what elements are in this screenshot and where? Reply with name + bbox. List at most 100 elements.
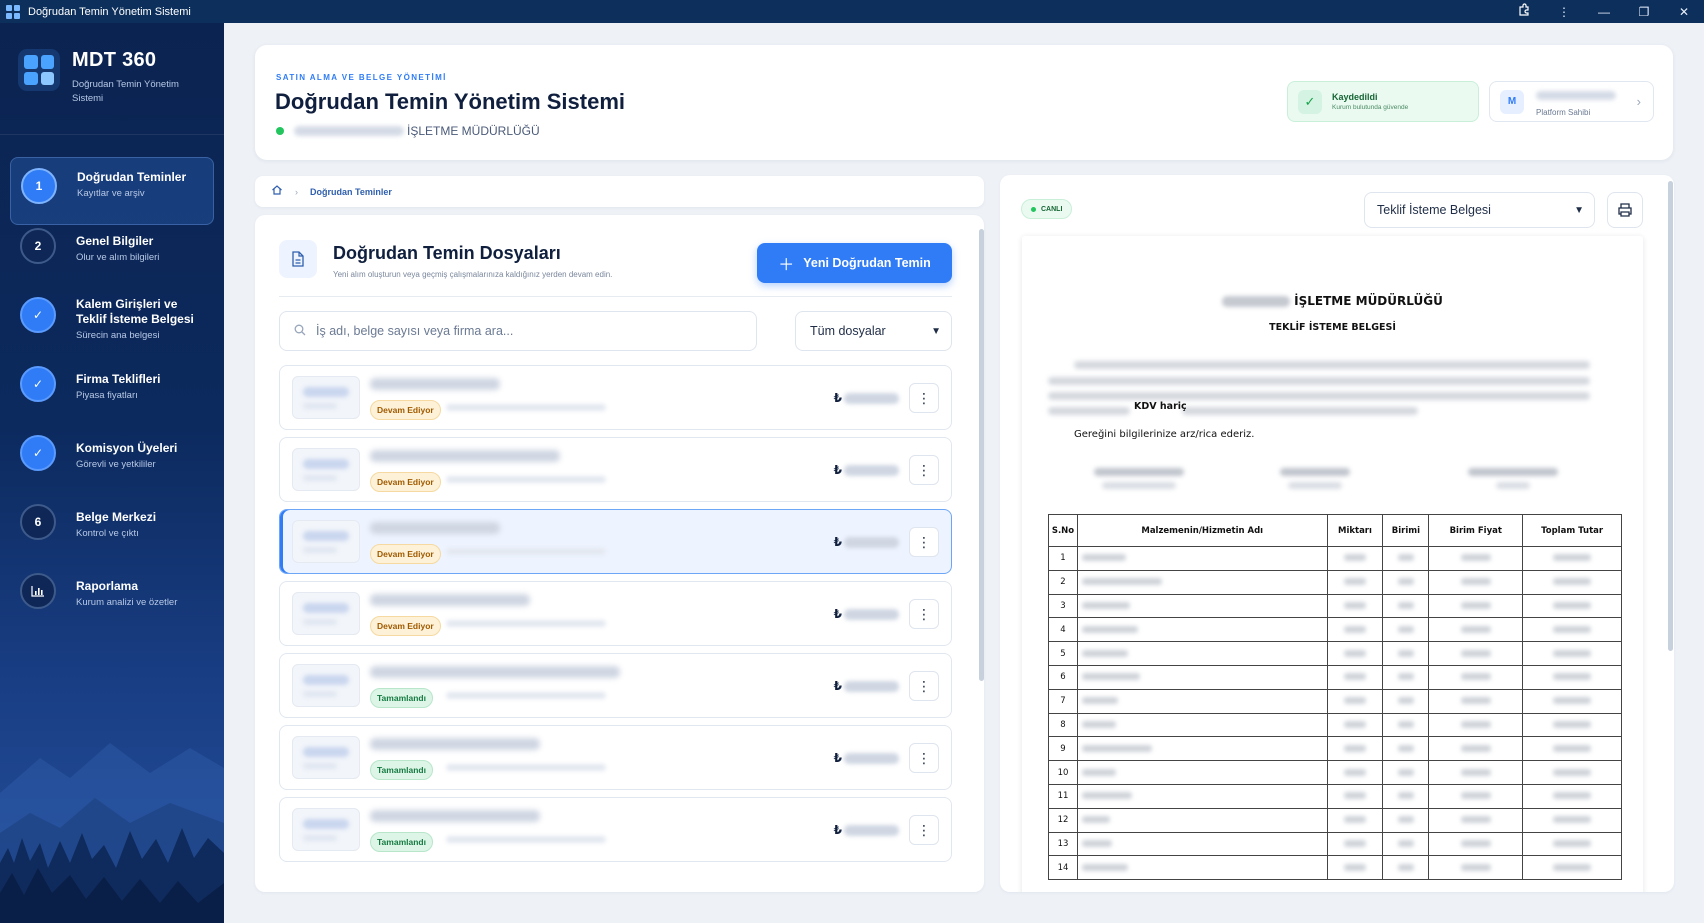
more-vertical-icon: ⋮ xyxy=(917,533,931,550)
file-row[interactable]: Tamamlandı ₺ ⋮ xyxy=(279,797,952,862)
currency-symbol: ₺ xyxy=(833,535,842,549)
items-table-body: 1 2 3 4 5 6 7 8 9 10 11 12 13 14 xyxy=(1048,546,1622,881)
file-row[interactable]: Devam Ediyor ₺ ⋮ xyxy=(279,437,952,502)
brand: MDT 360 Doğrudan Temin Yönetim Sistemi xyxy=(0,23,224,135)
redacted-quantity xyxy=(1326,831,1384,857)
print-button[interactable] xyxy=(1607,192,1643,228)
table-row: 13 xyxy=(1048,831,1622,857)
redacted-unit xyxy=(1382,807,1430,833)
breadcrumb: › Doğrudan Teminler xyxy=(255,176,984,207)
step-dogrudan-teminler[interactable]: 1 Doğrudan Teminler Kayıtlar ve arşiv xyxy=(10,157,214,225)
step-genel-bilgiler[interactable]: 2 Genel Bilgiler Olur ve alım bilgileri xyxy=(0,228,224,297)
step-title: Komisyon Üyeleri xyxy=(76,441,178,455)
row-number: 8 xyxy=(1048,712,1078,738)
row-more-button[interactable]: ⋮ xyxy=(909,455,939,485)
step-subtitle: Sürecin ana belgesi xyxy=(76,330,160,341)
signature-block xyxy=(1094,468,1184,489)
step-belge-merkezi[interactable]: 6 Belge Merkezi Kontrol ve çıktı xyxy=(0,504,224,573)
file-row[interactable]: Devam Ediyor ₺ ⋮ xyxy=(279,509,952,574)
row-more-button[interactable]: ⋮ xyxy=(909,527,939,557)
more-vertical-icon: ⋮ xyxy=(917,677,931,694)
file-row[interactable]: Devam Ediyor ₺ ⋮ xyxy=(279,581,952,646)
redacted-file-meta xyxy=(446,476,606,483)
redacted-total xyxy=(1522,712,1622,738)
items-table: S.No Malzemenin/Hizmetin Adı Miktarı Bir… xyxy=(1048,514,1622,881)
step-kalem-girisleri[interactable]: ✓ Kalem Girişleri ve Teklif İsteme Belge… xyxy=(0,297,224,366)
file-filter-select[interactable]: Tüm dosyalar ▼ xyxy=(795,311,952,351)
redacted-paragraph-line xyxy=(1048,407,1130,415)
step-title: Genel Bilgiler xyxy=(76,234,154,248)
column-header: Toplam Tutar xyxy=(1522,514,1622,547)
user-menu[interactable]: M Platform Sahibi › xyxy=(1489,81,1654,122)
table-row: 5 xyxy=(1048,641,1622,666)
home-icon[interactable] xyxy=(271,184,283,199)
file-row[interactable]: Tamamlandı ₺ ⋮ xyxy=(279,725,952,790)
divider xyxy=(279,296,952,297)
more-options-icon[interactable]: ⋮ xyxy=(1544,5,1584,19)
redacted-amount xyxy=(844,824,899,836)
step-firma-teklifleri[interactable]: ✓ Firma Teklifleri Piyasa fiyatları xyxy=(0,366,224,435)
redacted-unit-price xyxy=(1428,664,1524,690)
row-number: 11 xyxy=(1048,783,1078,809)
kdv-note: KDV hariç xyxy=(1134,401,1187,412)
step-komisyon-uyeleri[interactable]: ✓ Komisyon Üyeleri Görevli ve yetkililer xyxy=(0,435,224,504)
redacted-unit-price xyxy=(1428,736,1524,762)
redacted-item-name xyxy=(1076,641,1328,666)
redacted-file-name xyxy=(370,594,530,606)
row-more-button[interactable]: ⋮ xyxy=(909,743,939,773)
column-header: Miktarı xyxy=(1326,514,1384,547)
file-row[interactable]: Devam Ediyor ₺ ⋮ xyxy=(279,365,952,430)
step-subtitle: Görevli ve yetkililer xyxy=(76,459,156,470)
row-more-button[interactable]: ⋮ xyxy=(909,599,939,629)
scrollbar[interactable] xyxy=(979,229,984,681)
breadcrumb-current: Doğrudan Teminler xyxy=(310,186,392,197)
online-status-dot xyxy=(276,127,284,135)
save-status: ✓ Kaydedildi Kurum bulutunda güvende xyxy=(1287,81,1479,122)
redacted-file-name xyxy=(370,666,620,678)
extensions-icon[interactable] xyxy=(1504,3,1544,20)
save-status-subtitle: Kurum bulutunda güvende xyxy=(1332,104,1409,111)
signature-block xyxy=(1468,468,1558,489)
printer-icon xyxy=(1618,203,1632,217)
mountain-background-image xyxy=(0,743,224,923)
maximize-button[interactable]: ❐ xyxy=(1624,5,1664,19)
files-panel: Doğrudan Temin Dosyaları Yeni alım oluşt… xyxy=(255,215,984,892)
row-more-button[interactable]: ⋮ xyxy=(909,815,939,845)
document-icon xyxy=(279,240,317,278)
search-input[interactable]: İş adı, belge sayısı veya firma ara... xyxy=(279,311,757,351)
more-vertical-icon: ⋮ xyxy=(917,605,931,622)
redacted-total xyxy=(1522,783,1622,809)
redacted-item-name xyxy=(1076,569,1328,595)
redacted-quantity xyxy=(1326,593,1384,619)
redacted-file-name xyxy=(370,522,500,534)
live-badge: CANLI xyxy=(1021,199,1073,219)
redacted-paragraph-line xyxy=(1182,407,1418,415)
column-header: Malzemenin/Hizmetin Adı xyxy=(1076,514,1328,547)
file-amount: ₺ xyxy=(834,391,899,405)
redacted-quantity xyxy=(1326,807,1384,833)
file-row[interactable]: Tamamlandı ₺ ⋮ xyxy=(279,653,952,718)
currency-symbol: ₺ xyxy=(833,679,842,693)
scrollbar[interactable] xyxy=(1668,181,1673,651)
new-direct-procurement-button[interactable]: ＋ Yeni Doğrudan Temin xyxy=(757,243,952,283)
redacted-item-name xyxy=(1076,855,1328,881)
paper-document-title: TEKLİF İSTEME BELGESİ xyxy=(1269,322,1396,333)
step-title: Belge Merkezi xyxy=(76,510,157,524)
redacted-item-name xyxy=(1076,664,1328,690)
redacted-item-name xyxy=(1076,593,1328,619)
row-more-button[interactable]: ⋮ xyxy=(909,671,939,701)
step-subtitle: Piyasa fiyatları xyxy=(76,390,138,401)
file-thumbnail xyxy=(292,808,360,851)
close-button[interactable]: ✕ xyxy=(1664,5,1704,19)
column-header: Birimi xyxy=(1382,514,1430,547)
minimize-button[interactable]: — xyxy=(1584,5,1624,19)
file-amount: ₺ xyxy=(834,607,899,621)
document-type-select[interactable]: Teklif İsteme Belgesi ▼ xyxy=(1364,192,1595,228)
redacted-file-name xyxy=(370,378,500,390)
table-row: 11 xyxy=(1048,783,1622,809)
status-badge: Tamamlandı xyxy=(370,688,433,708)
step-raporlama[interactable]: Raporlama Kurum analizi ve özetler xyxy=(0,573,224,642)
file-amount: ₺ xyxy=(834,751,899,765)
step-title: Raporlama xyxy=(76,579,139,593)
row-more-button[interactable]: ⋮ xyxy=(909,383,939,413)
